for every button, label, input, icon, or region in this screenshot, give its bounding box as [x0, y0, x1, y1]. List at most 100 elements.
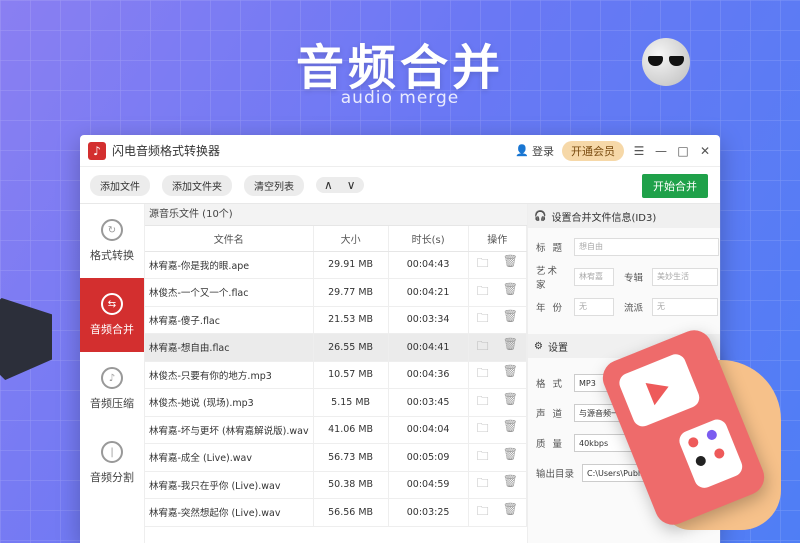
- maximize-icon[interactable]: □: [676, 144, 690, 158]
- duration-cell: 00:04:21: [388, 278, 469, 307]
- output-label: 输出目录: [536, 469, 575, 480]
- user-icon: 👤: [515, 144, 529, 157]
- table-row[interactable]: 林宥嘉-你是我的眼.ape 29.91 MB 00:04:43 🗀 🗑: [145, 251, 528, 279]
- table-row[interactable]: 林宥嘉-我只在乎你 (Live).wav 50.38 MB 00:04:59 🗀 🗑: [145, 471, 528, 499]
- trash-icon[interactable]: 🗑: [503, 254, 518, 275]
- filename-cell: 林宥嘉-你是我的眼.ape: [145, 251, 314, 279]
- duration-cell: 00:03:34: [388, 306, 469, 334]
- title-input[interactable]: 想自由: [574, 238, 719, 256]
- compress-icon: ♪: [101, 367, 123, 389]
- app-logo-icon: ♪: [88, 141, 106, 160]
- folder-icon[interactable]: 🗀: [477, 474, 489, 495]
- table-row[interactable]: 林俊杰-她说 (现场).mp3 5.15 MB 00:03:45 🗀 🗑: [145, 388, 528, 417]
- trash-icon[interactable]: 🗑: [503, 447, 518, 468]
- toolbar: 添加文件 添加文件夹 清空列表 ∧ ∨ 开始合并: [80, 167, 720, 203]
- sidebar-item-label: 格式转换: [90, 249, 134, 262]
- folder-icon[interactable]: 🗀: [477, 502, 489, 523]
- column-size: 大小: [313, 226, 389, 252]
- title-label: 标 题: [536, 243, 565, 254]
- album-label: 专辑: [624, 273, 644, 284]
- phone-in-hand-illustration: [597, 324, 800, 543]
- trash-icon[interactable]: 🗑: [503, 392, 518, 413]
- year-input[interactable]: 无: [574, 298, 614, 316]
- play-icon: [645, 375, 674, 406]
- table-row[interactable]: 林宥嘉-坏与更坏 (林宥嘉解说版).wav 41.06 MB 00:04:04 🗀 🗑: [145, 416, 528, 444]
- moon-sunglasses-icon: [642, 38, 690, 86]
- trash-icon[interactable]: 🗑: [503, 364, 518, 385]
- size-cell: 26.55 MB: [313, 333, 389, 362]
- filename-cell: 林俊杰-只要有你的地方.mp3: [145, 361, 314, 389]
- trash-icon[interactable]: 🗑: [503, 282, 518, 303]
- trash-icon[interactable]: 🗑: [503, 502, 518, 523]
- minimize-icon[interactable]: —: [654, 144, 668, 158]
- genre-label: 流派: [624, 303, 644, 314]
- artist-label: 艺术家: [536, 266, 560, 291]
- trash-icon[interactable]: 🗑: [503, 309, 518, 330]
- id3-section-header: 🎧 设置合并文件信息(ID3): [528, 204, 720, 228]
- hero-subtitle: audio merge: [340, 88, 460, 108]
- duration-cell: 00:03:25: [388, 498, 469, 527]
- folder-icon[interactable]: 🗀: [477, 337, 489, 358]
- duration-cell: 00:04:36: [388, 361, 469, 389]
- folder-icon[interactable]: 🗀: [477, 282, 489, 303]
- size-cell: 29.91 MB: [313, 251, 389, 279]
- sidebar-item-label: 音频分割: [90, 471, 134, 484]
- headphones-icon: 🎧: [534, 210, 547, 222]
- title-bar: ♪ 闪电音频格式转换器 👤 登录 开通会员 ☰ — □ ✕: [80, 135, 720, 167]
- gear-icon: ⚙: [534, 340, 543, 352]
- folder-icon[interactable]: 🗀: [477, 392, 489, 413]
- table-row[interactable]: 林俊杰-只要有你的地方.mp3 10.57 MB 00:04:36 🗀 🗑: [145, 361, 528, 389]
- table-row[interactable]: 林俊杰-一个又一个.flac 29.77 MB 00:04:21 🗀 🗑: [145, 278, 528, 307]
- sidebar-item-audio-split[interactable]: | 音频分割: [80, 426, 144, 500]
- table-row[interactable]: 林宥嘉-傻子.flac 21.53 MB 00:03:34 🗀 🗑: [145, 306, 528, 334]
- folder-icon[interactable]: 🗀: [477, 254, 489, 275]
- add-folder-button[interactable]: 添加文件夹: [162, 174, 232, 196]
- sidebar-item-label: 音频压缩: [90, 397, 134, 410]
- filename-cell: 林宥嘉-突然想起你 (Live).wav: [145, 498, 314, 527]
- filename-cell: 林俊杰-一个又一个.flac: [145, 278, 314, 307]
- album-input[interactable]: 美妙生活: [652, 268, 718, 286]
- size-cell: 41.06 MB: [313, 416, 389, 444]
- vip-button[interactable]: 开通会员: [562, 140, 624, 161]
- table-row[interactable]: 林宥嘉-想自由.flac 26.55 MB 00:04:41 🗀 🗑: [145, 333, 528, 362]
- quality-value: 40kbps: [579, 438, 609, 448]
- trash-icon[interactable]: 🗑: [503, 474, 518, 495]
- channel-label: 声 道: [536, 409, 565, 420]
- trash-icon[interactable]: 🗑: [503, 419, 518, 440]
- folder-icon[interactable]: 🗀: [477, 419, 489, 440]
- add-file-button[interactable]: 添加文件: [90, 174, 150, 196]
- format-label: 格 式: [536, 379, 565, 390]
- duration-cell: 00:04:41: [388, 333, 469, 362]
- filename-cell: 林俊杰-她说 (现场).mp3: [145, 388, 314, 417]
- sidebar-item-format-convert[interactable]: ↻ 格式转换: [80, 204, 144, 278]
- genre-input[interactable]: 无: [652, 298, 718, 316]
- artist-input[interactable]: 林宥嘉: [574, 268, 614, 286]
- login-button[interactable]: 👤 登录: [515, 143, 554, 159]
- folder-icon[interactable]: 🗀: [477, 447, 489, 468]
- filename-cell: 林宥嘉-坏与更坏 (林宥嘉解说版).wav: [145, 416, 314, 444]
- trash-icon[interactable]: 🗑: [503, 337, 518, 358]
- file-list-header: 源音乐文件 (10个): [145, 204, 527, 226]
- duration-cell: 00:03:45: [388, 388, 469, 417]
- clear-list-button[interactable]: 清空列表: [244, 174, 304, 196]
- app-title: 闪电音频格式转换器: [112, 144, 221, 158]
- duration-cell: 00:04:59: [388, 471, 469, 499]
- folder-icon[interactable]: 🗀: [477, 364, 489, 385]
- sidebar: ↻ 格式转换 ⇆ 音频合并 ♪ 音频压缩 | 音频分割: [80, 204, 145, 543]
- table-row[interactable]: 林宥嘉-突然想起你 (Live).wav 56.56 MB 00:03:25 🗀 🗑: [145, 498, 528, 527]
- move-down-button[interactable]: ∨: [347, 178, 356, 192]
- id3-header-label: 设置合并文件信息(ID3): [551, 212, 657, 224]
- merge-icon: ⇆: [101, 293, 123, 315]
- start-merge-button[interactable]: 开始合并: [642, 174, 708, 198]
- size-cell: 5.15 MB: [313, 388, 389, 417]
- move-up-button[interactable]: ∧: [324, 178, 333, 192]
- menu-icon[interactable]: ☰: [632, 144, 646, 158]
- sidebar-item-audio-compress[interactable]: ♪ 音频压缩: [80, 352, 144, 426]
- size-cell: 21.53 MB: [313, 306, 389, 334]
- login-label: 登录: [532, 144, 554, 158]
- folder-icon[interactable]: 🗀: [477, 309, 489, 330]
- sidebar-item-audio-merge[interactable]: ⇆ 音频合并: [80, 278, 144, 352]
- table-row[interactable]: 林宥嘉-成全 (Live).wav 56.73 MB 00:05:09 🗀 🗑: [145, 443, 528, 472]
- size-cell: 56.73 MB: [313, 443, 389, 472]
- close-icon[interactable]: ✕: [698, 144, 712, 158]
